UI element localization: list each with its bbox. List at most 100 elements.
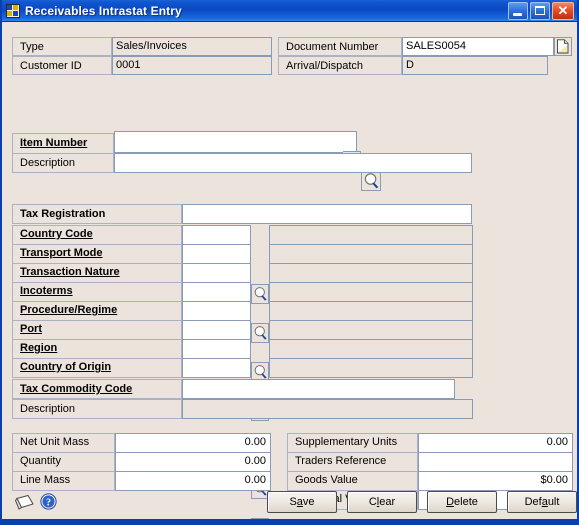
region-description (269, 339, 473, 359)
arrival-dispatch-label: Arrival/Dispatch (286, 60, 364, 72)
arrival-dispatch-field: D (402, 56, 548, 75)
port-label-cell: Port (12, 320, 182, 340)
tax-commodity-code-field[interactable] (182, 379, 455, 399)
incoterms-label-cell: Incoterms (12, 282, 182, 302)
commodity-description-label-cell: Description (12, 399, 182, 419)
supplementary-units-label-cell: Supplementary Units (287, 433, 418, 453)
window-app-icon (6, 3, 20, 18)
tax-registration-label: Tax Registration (20, 208, 106, 220)
minimize-button[interactable] (508, 1, 528, 20)
net-unit-mass-label: Net Unit Mass (20, 436, 90, 448)
line-mass-label: Line Mass (20, 474, 71, 486)
form-client-area: Type Sales/Invoices Customer ID 0001 Doc… (2, 23, 577, 522)
goods-value-field[interactable]: $0.00 (418, 471, 573, 491)
item-number-label-cell: Item Number (12, 133, 114, 153)
line-mass-label-cell: Line Mass (12, 471, 115, 491)
item-description-field[interactable] (114, 153, 472, 173)
country-code-lookup-icon[interactable] (251, 284, 269, 304)
transaction-nature-description (269, 263, 473, 283)
tax-registration-field[interactable] (182, 204, 472, 224)
arrival-dispatch-label-cell: Arrival/Dispatch (278, 56, 402, 75)
procedure-regime-description (269, 301, 473, 321)
line-mass-field[interactable]: 0.00 (115, 471, 271, 491)
help-question-icon[interactable]: ? (40, 493, 58, 511)
country-of-origin-label-cell: Country of Origin (12, 358, 182, 378)
document-number-label: Document Number (286, 41, 379, 53)
net-unit-mass-label-cell: Net Unit Mass (12, 433, 115, 453)
default-button[interactable]: Default (507, 491, 577, 513)
tax-commodity-code-label[interactable]: Tax Commodity Code (20, 383, 132, 395)
country-code-label[interactable]: Country Code (20, 228, 93, 240)
port-description (269, 320, 473, 340)
transport-mode-label[interactable]: Transport Mode (20, 247, 103, 259)
document-note-icon[interactable] (554, 37, 572, 56)
clear-button[interactable]: Clear (347, 491, 417, 513)
procedure-regime-field[interactable] (182, 301, 251, 321)
receivables-intrastat-entry-window: Receivables Intrastat Entry ✕ Type Sales… (0, 0, 579, 525)
item-number-field[interactable] (114, 131, 357, 153)
tax-registration-label-cell: Tax Registration (12, 204, 182, 224)
incoterms-field[interactable] (182, 282, 251, 302)
quantity-field[interactable]: 0.00 (115, 452, 271, 472)
port-field[interactable] (182, 320, 251, 340)
traders-reference-field[interactable] (418, 452, 573, 472)
quantity-label-cell: Quantity (12, 452, 115, 472)
document-number-field[interactable]: SALES0054 (402, 37, 554, 56)
item-description-label: Description (20, 157, 76, 169)
type-value-field: Sales/Invoices (112, 37, 272, 56)
item-description-label-cell: Description (12, 153, 114, 173)
document-number-label-cell: Document Number (278, 37, 402, 56)
goods-value-label-cell: Goods Value (287, 471, 418, 491)
transaction-nature-label[interactable]: Transaction Nature (20, 266, 120, 278)
close-button[interactable]: ✕ (552, 1, 574, 20)
transaction-nature-label-cell: Transaction Nature (12, 263, 182, 283)
svg-text:?: ? (46, 497, 51, 508)
item-number-lookup-icon[interactable] (361, 171, 381, 191)
note-page-icon[interactable] (14, 493, 36, 513)
region-label-cell: Region (12, 339, 182, 359)
country-of-origin-description (269, 358, 473, 378)
transport-mode-label-cell: Transport Mode (12, 244, 182, 264)
procedure-regime-label-cell: Procedure/Regime (12, 301, 182, 321)
maximize-icon (535, 5, 545, 15)
country-code-description (269, 225, 473, 245)
commodity-description-label: Description (20, 403, 76, 415)
window-status-strip (2, 519, 577, 522)
commodity-description-field (182, 399, 473, 419)
region-label[interactable]: Region (20, 342, 57, 354)
transport-mode-description (269, 244, 473, 264)
procedure-regime-label[interactable]: Procedure/Regime (20, 304, 117, 316)
item-number-label[interactable]: Item Number (20, 137, 87, 149)
country-of-origin-field[interactable] (182, 358, 251, 378)
country-code-label-cell: Country Code (12, 225, 182, 245)
incoterms-description (269, 282, 473, 302)
traders-reference-label: Traders Reference (295, 455, 387, 467)
close-icon: ✕ (557, 2, 569, 18)
window-controls: ✕ (508, 1, 575, 20)
delete-button[interactable]: Delete (427, 491, 497, 513)
minimize-icon (513, 12, 522, 16)
transport-mode-field[interactable] (182, 244, 251, 264)
type-label: Type (20, 41, 44, 53)
traders-reference-label-cell: Traders Reference (287, 452, 418, 472)
country-code-field[interactable] (182, 225, 251, 245)
type-label-cell: Type (12, 37, 112, 56)
region-field[interactable] (182, 339, 251, 359)
net-unit-mass-field[interactable]: 0.00 (115, 433, 271, 453)
transport-mode-lookup-icon[interactable] (251, 323, 269, 343)
port-label[interactable]: Port (20, 323, 42, 335)
title-bar[interactable]: Receivables Intrastat Entry ✕ (2, 0, 577, 22)
tax-commodity-code-label-cell: Tax Commodity Code (12, 379, 182, 399)
supplementary-units-label: Supplementary Units (295, 436, 398, 448)
customer-id-label: Customer ID (20, 60, 82, 72)
incoterms-label[interactable]: Incoterms (20, 285, 73, 297)
customer-id-value-field: 0001 (112, 56, 272, 75)
save-button[interactable]: Save (267, 491, 337, 513)
transaction-nature-field[interactable] (182, 263, 251, 283)
window-title: Receivables Intrastat Entry (25, 3, 182, 18)
supplementary-units-field[interactable]: 0.00 (418, 433, 573, 453)
customer-id-label-cell: Customer ID (12, 56, 112, 75)
quantity-label: Quantity (20, 455, 61, 467)
country-of-origin-label[interactable]: Country of Origin (20, 361, 111, 373)
maximize-button[interactable] (530, 1, 550, 20)
